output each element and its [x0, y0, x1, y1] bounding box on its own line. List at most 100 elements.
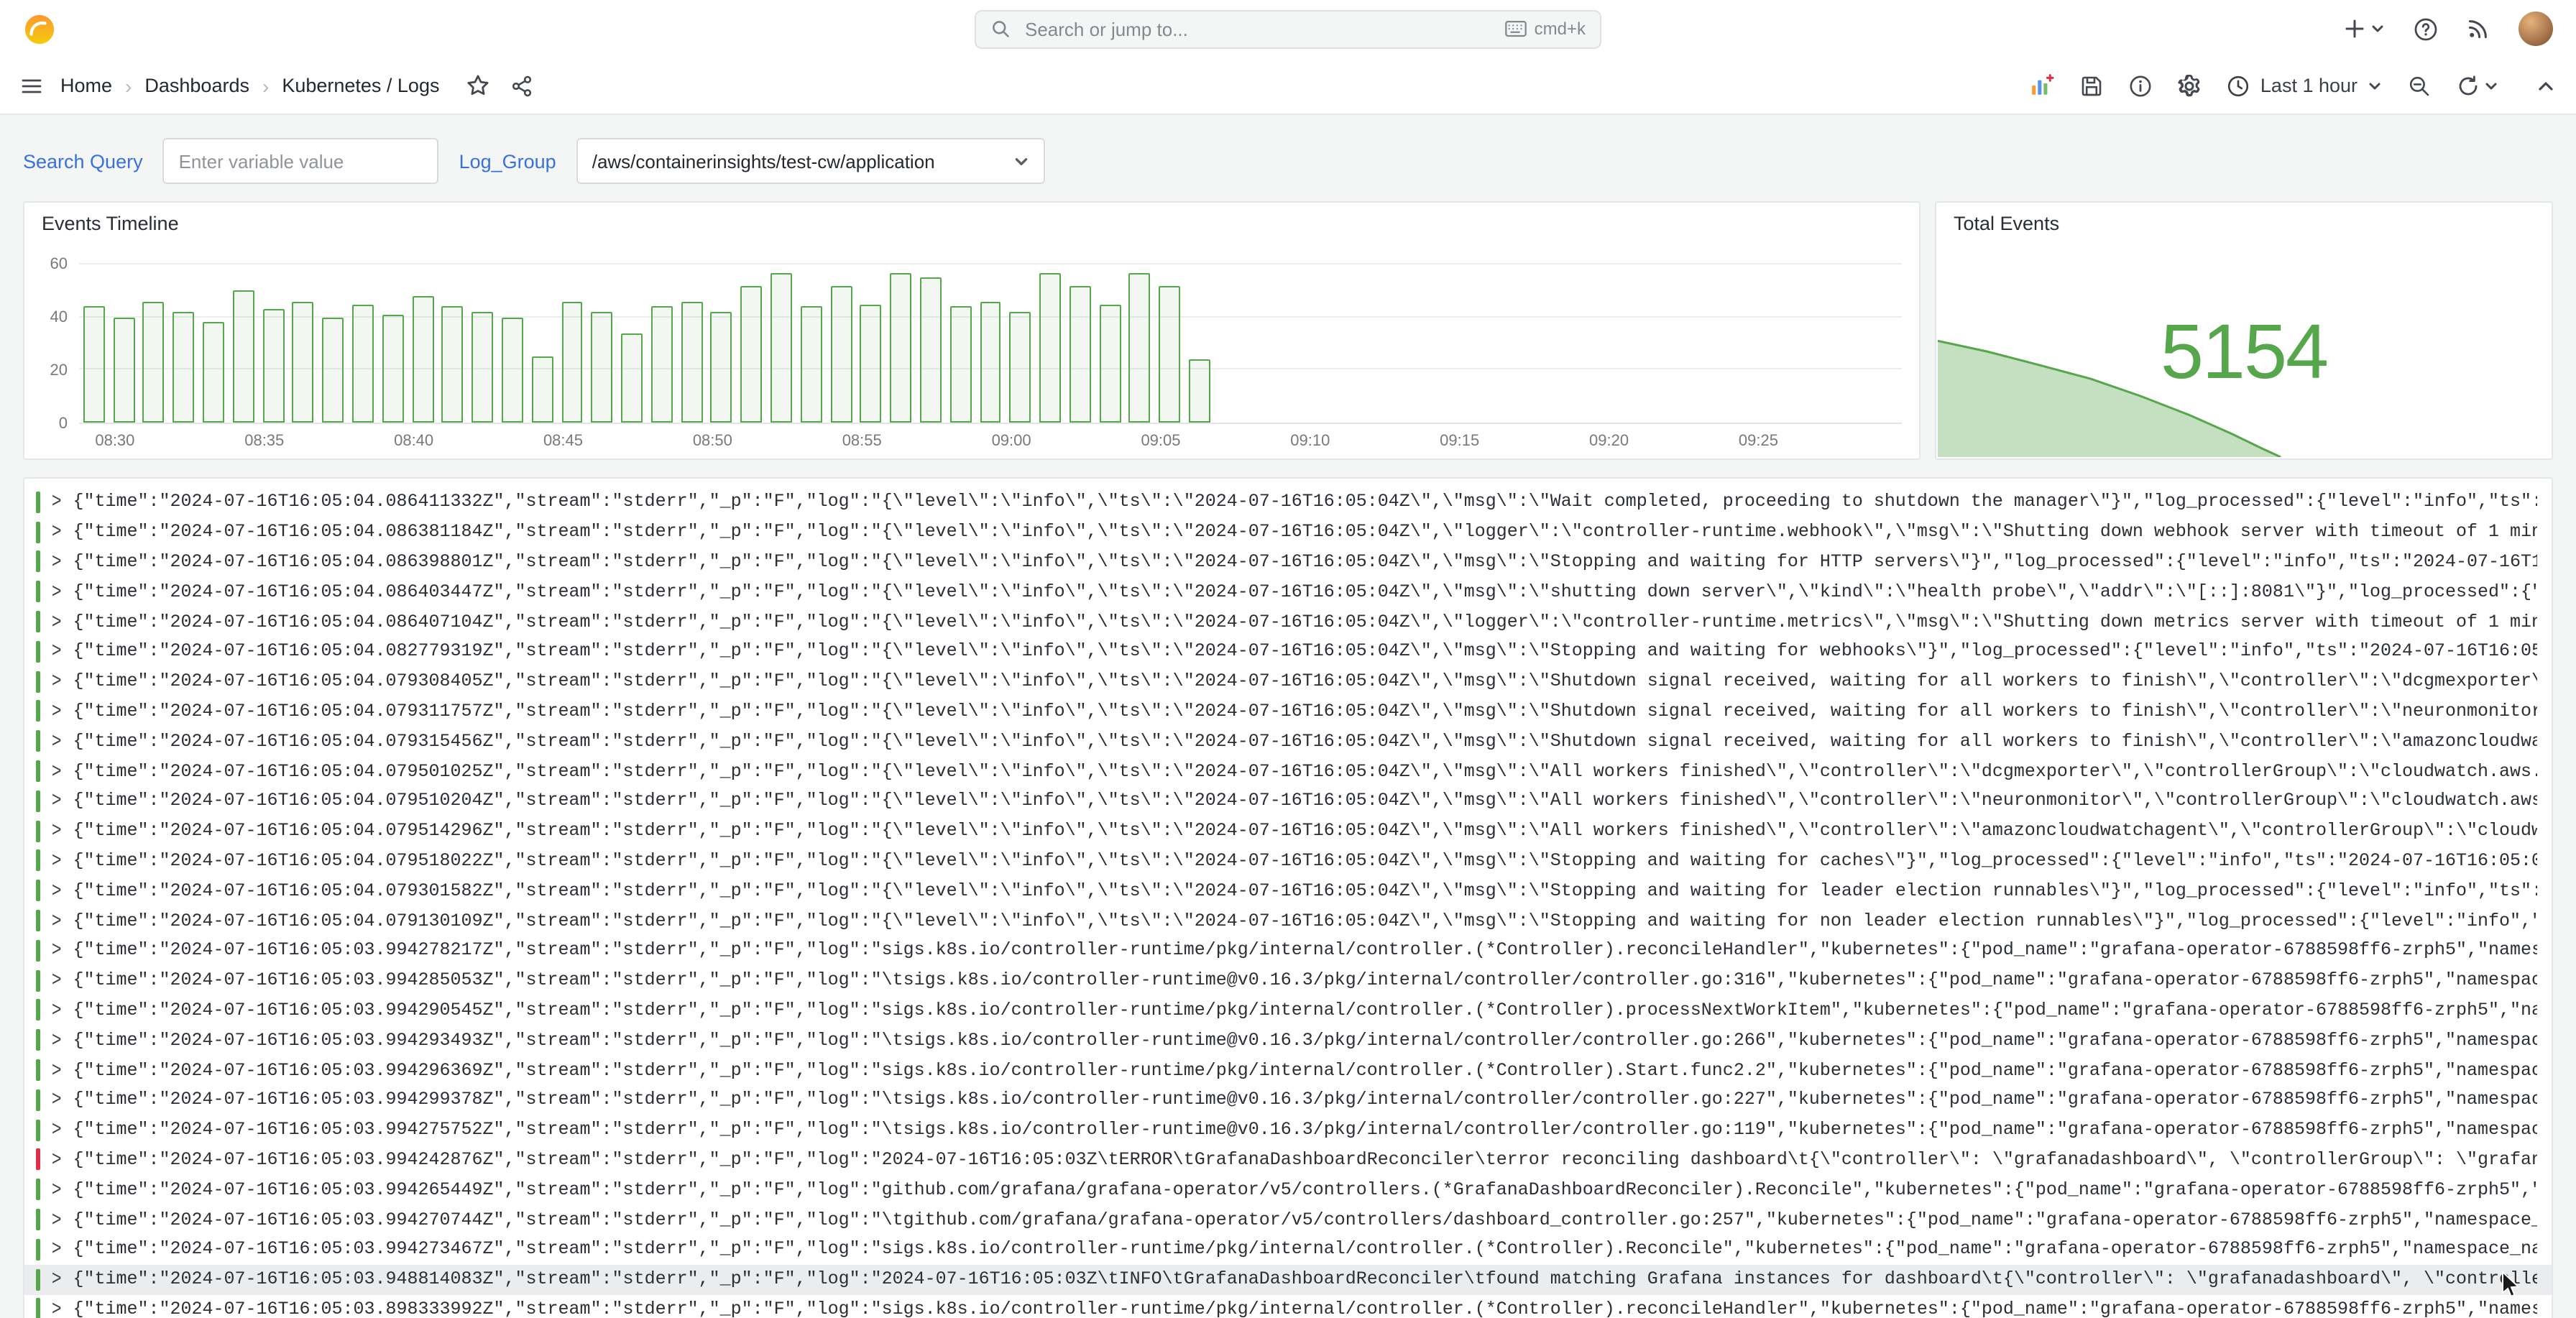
log-row[interactable]: > {"time":"2024-07-16T16:05:04.079130109Z… [24, 905, 2552, 936]
log-level-marker [36, 939, 40, 962]
log-expand-chevron[interactable]: > [52, 1209, 61, 1230]
save-dashboard-button[interactable] [2081, 74, 2104, 97]
log-row[interactable]: > {"time":"2024-07-16T16:05:03.994296369Z… [24, 1055, 2552, 1085]
log-level-marker [36, 700, 40, 722]
log-expand-chevron[interactable]: > [52, 1059, 61, 1081]
log-row[interactable]: > {"time":"2024-07-16T16:05:03.994273467Z… [24, 1235, 2552, 1265]
log-expand-chevron[interactable]: > [52, 1268, 61, 1290]
log-expand-chevron[interactable]: > [52, 670, 61, 692]
log-row[interactable]: > {"time":"2024-07-16T16:05:04.079518022Z… [24, 846, 2552, 876]
timeline-bar [1189, 359, 1210, 423]
collapse-toolbar-button[interactable] [2536, 75, 2556, 96]
log-row[interactable]: > {"time":"2024-07-16T16:05:04.079501025Z… [24, 756, 2552, 786]
log-row[interactable]: > {"time":"2024-07-16T16:05:03.994242876Z… [24, 1145, 2552, 1175]
timeline-bar [1039, 272, 1062, 423]
log-expand-chevron[interactable]: > [52, 1089, 61, 1111]
log-expand-chevron[interactable]: > [52, 701, 61, 722]
log-row[interactable]: > {"time":"2024-07-16T16:05:03.948814083Z… [24, 1264, 2552, 1295]
dashboard-settings-button[interactable] [2179, 74, 2202, 97]
search-input[interactable] [1022, 17, 1494, 41]
log-expand-chevron[interactable]: > [52, 551, 61, 573]
log-row[interactable]: > {"time":"2024-07-16T16:05:03.994285053Z… [24, 966, 2552, 996]
log-row[interactable]: > {"time":"2024-07-16T16:05:03.994278217Z… [24, 936, 2552, 966]
help-button[interactable] [2414, 17, 2438, 41]
rss-icon [2467, 17, 2490, 40]
add-visualization-button[interactable] [2030, 73, 2055, 98]
timeline-bar [949, 306, 972, 423]
log-expand-chevron[interactable]: > [52, 1299, 61, 1318]
mega-menu-button[interactable] [20, 74, 43, 97]
total-events-panel[interactable]: Total Events 5154 [1935, 201, 2553, 460]
log-expand-chevron[interactable]: > [52, 820, 61, 842]
grafana-logo-icon[interactable] [23, 12, 56, 45]
log-row[interactable]: > {"time":"2024-07-16T16:05:04.079308405Z… [24, 667, 2552, 697]
timeline-bar [1009, 312, 1031, 423]
log-level-marker [36, 880, 40, 902]
log-row[interactable]: > {"time":"2024-07-16T16:05:03.898333992Z… [24, 1294, 2552, 1318]
logs-panel[interactable]: > {"time":"2024-07-16T16:05:04.086411332Z… [23, 477, 2553, 1318]
log-expand-chevron[interactable]: > [52, 1029, 61, 1051]
log-expand-chevron[interactable]: > [52, 492, 61, 513]
log-expand-chevron[interactable]: > [52, 1149, 61, 1171]
log-expand-chevron[interactable]: > [52, 521, 61, 543]
events-timeline-panel[interactable]: Events Timeline 0 20 40 60 08:30 08:35 08:40 0… [23, 201, 1920, 460]
zoom-out-time-button[interactable] [2408, 74, 2431, 97]
log-expand-chevron[interactable]: > [52, 760, 61, 782]
log-expand-chevron[interactable]: > [52, 969, 61, 991]
breadcrumb-dashboards[interactable]: Dashboards [144, 75, 249, 96]
timeline-bar [770, 272, 792, 423]
log-row[interactable]: > {"time":"2024-07-16T16:05:04.079514296Z… [24, 816, 2552, 847]
log-expand-chevron[interactable]: > [52, 1000, 61, 1021]
share-dashboard-button[interactable] [510, 74, 533, 97]
log-row[interactable]: > {"time":"2024-07-16T16:05:03.994265449Z… [24, 1175, 2552, 1205]
log-expand-chevron[interactable]: > [52, 641, 61, 663]
log-expand-chevron[interactable]: > [52, 611, 61, 632]
log-expand-chevron[interactable]: > [52, 731, 61, 752]
refresh-dashboard-button[interactable] [2457, 74, 2498, 97]
log-row[interactable]: > {"time":"2024-07-16T16:05:03.994290545Z… [24, 995, 2552, 1026]
news-button[interactable] [2467, 17, 2490, 40]
log-group-variable-select[interactable]: /aws/containerinsights/test-cw/applicati… [576, 138, 1045, 184]
log-row[interactable]: > {"time":"2024-07-16T16:05:04.079315456Z… [24, 727, 2552, 757]
log-expand-chevron[interactable]: > [52, 880, 61, 902]
log-level-marker [36, 730, 40, 752]
log-expand-chevron[interactable]: > [52, 1119, 61, 1140]
search-bar[interactable]: cmd+k [975, 9, 1601, 48]
log-level-marker [36, 1238, 40, 1261]
log-row[interactable]: > {"time":"2024-07-16T16:05:03.994275752Z… [24, 1115, 2552, 1145]
log-row[interactable]: > {"time":"2024-07-16T16:05:04.086381184Z… [24, 517, 2552, 548]
log-row[interactable]: > {"time":"2024-07-16T16:05:04.079311757Z… [24, 696, 2552, 727]
favorite-dashboard-button[interactable] [465, 73, 489, 98]
dashboard-insights-button[interactable] [2130, 74, 2153, 97]
log-row[interactable]: > {"time":"2024-07-16T16:05:04.079510204Z… [24, 786, 2552, 816]
log-expand-chevron[interactable]: > [52, 1179, 61, 1200]
log-row[interactable]: > {"time":"2024-07-16T16:05:03.994299378Z… [24, 1085, 2552, 1115]
log-expand-chevron[interactable]: > [52, 581, 61, 603]
log-expand-chevron[interactable]: > [52, 1239, 61, 1261]
log-row[interactable]: > {"time":"2024-07-16T16:05:04.086398801Z… [24, 547, 2552, 577]
log-row[interactable]: > {"time":"2024-07-16T16:05:03.994270744Z… [24, 1204, 2552, 1235]
log-level-marker [36, 760, 40, 783]
log-expand-chevron[interactable]: > [52, 791, 61, 812]
new-menu-button[interactable] [2343, 17, 2385, 40]
timeline-bar [919, 277, 942, 423]
time-range-picker[interactable]: Last 1 hour [2227, 74, 2382, 97]
log-group-selected-value: /aws/containerinsights/test-cw/applicati… [592, 150, 935, 172]
star-icon [465, 73, 489, 98]
breadcrumb-home[interactable]: Home [60, 75, 112, 96]
timeline-plot[interactable] [79, 252, 1902, 424]
user-avatar[interactable] [2518, 11, 2553, 46]
log-expand-chevron[interactable]: > [52, 850, 61, 872]
log-row[interactable]: > {"time":"2024-07-16T16:05:03.994293493Z… [24, 1026, 2552, 1056]
log-row[interactable]: > {"time":"2024-07-16T16:05:04.086411332Z… [24, 487, 2552, 517]
search-query-variable-input[interactable] [162, 138, 439, 184]
log-expand-chevron[interactable]: > [52, 940, 61, 962]
log-row[interactable]: > {"time":"2024-07-16T16:05:04.086403447Z… [24, 577, 2552, 607]
timeline-bar [501, 317, 523, 423]
log-row[interactable]: > {"time":"2024-07-16T16:05:04.086407104Z… [24, 607, 2552, 637]
log-level-marker [36, 1179, 40, 1201]
log-expand-chevron[interactable]: > [52, 910, 61, 931]
log-row[interactable]: > {"time":"2024-07-16T16:05:04.079301582Z… [24, 876, 2552, 906]
timeline-bar [172, 312, 195, 423]
log-row[interactable]: > {"time":"2024-07-16T16:05:04.082779319Z… [24, 637, 2552, 667]
